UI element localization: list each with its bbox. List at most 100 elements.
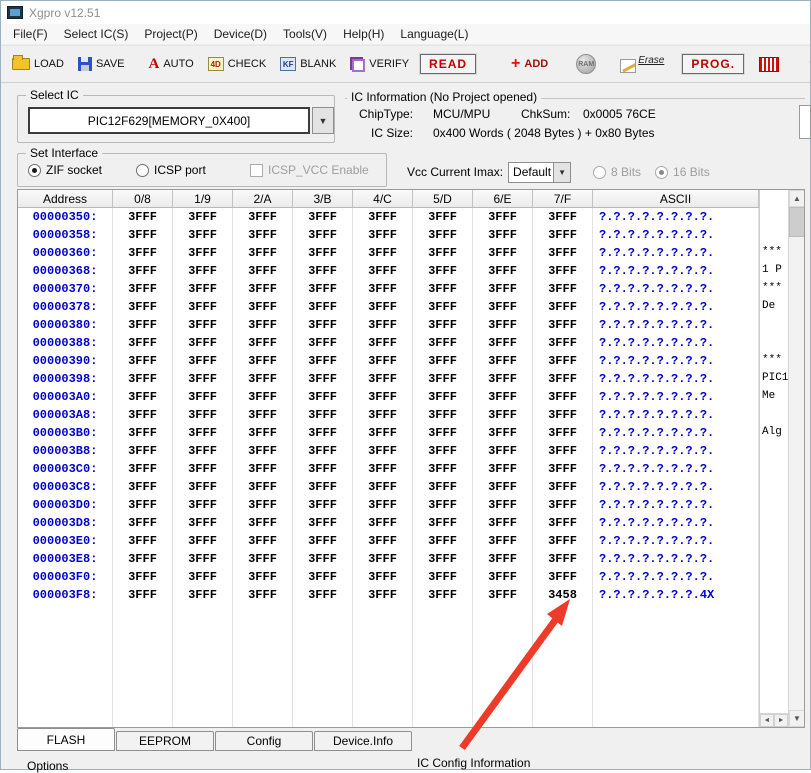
hex-value-cell[interactable]: 3FFF	[293, 478, 353, 496]
hex-value-cell[interactable]: 3FFF	[233, 370, 293, 388]
hex-value-cell[interactable]: 3FFF	[353, 388, 413, 406]
hex-value-cell[interactable]: 3FFF	[293, 496, 353, 514]
hex-value-cell[interactable]: 3FFF	[473, 496, 533, 514]
hex-value-cell[interactable]: 3FFF	[173, 334, 233, 352]
blank-button[interactable]: KF BLANK	[274, 54, 342, 74]
hex-value-cell[interactable]: 3FFF	[413, 478, 473, 496]
hex-value-cell[interactable]: 3FFF	[413, 352, 473, 370]
zif-socket-radio[interactable]: ZIF socket	[28, 163, 102, 177]
hex-value-cell[interactable]: 3FFF	[413, 262, 473, 280]
hex-value-cell[interactable]: 3FFF	[173, 208, 233, 226]
hex-value-cell[interactable]: 3FFF	[413, 388, 473, 406]
ascii-cell[interactable]: ?.?.?.?.?.?.?.?.	[593, 478, 759, 496]
hex-value-cell[interactable]: 3FFF	[473, 550, 533, 568]
hex-value-cell[interactable]: 3FFF	[533, 496, 593, 514]
hex-value-cell[interactable]: 3FFF	[113, 496, 173, 514]
hex-value-cell[interactable]: 3FFF	[293, 586, 353, 604]
hex-value-cell[interactable]: 3FFF	[173, 586, 233, 604]
hex-value-cell[interactable]: 3FFF	[173, 226, 233, 244]
hex-value-cell[interactable]: 3FFF	[113, 370, 173, 388]
hex-value-cell[interactable]: 3FFF	[353, 280, 413, 298]
hex-value-cell[interactable]: 3FFF	[233, 262, 293, 280]
hex-value-cell[interactable]: 3FFF	[533, 262, 593, 280]
hex-value-cell[interactable]: 3FFF	[173, 496, 233, 514]
ascii-cell[interactable]: ?.?.?.?.?.?.?.?.	[593, 442, 759, 460]
hex-value-cell[interactable]: 3FFF	[353, 208, 413, 226]
ascii-cell[interactable]: ?.?.?.?.?.?.?.?.	[593, 208, 759, 226]
hex-value-cell[interactable]: 3FFF	[353, 370, 413, 388]
auto-button[interactable]: A AUTO	[143, 54, 200, 74]
hex-value-cell[interactable]: 3FFF	[173, 532, 233, 550]
hex-value-cell[interactable]: 3FFF	[353, 298, 413, 316]
ascii-cell[interactable]: ?.?.?.?.?.?.?.?.	[593, 496, 759, 514]
hex-value-cell[interactable]: 3FFF	[233, 280, 293, 298]
hex-value-cell[interactable]: 3FFF	[533, 532, 593, 550]
bits-16-radio[interactable]: 16 Bits	[655, 165, 710, 179]
hex-value-cell[interactable]: 3FFF	[353, 514, 413, 532]
hex-value-cell[interactable]: 3FFF	[533, 460, 593, 478]
hex-value-cell[interactable]: 3FFF	[113, 550, 173, 568]
hex-value-cell[interactable]: 3FFF	[173, 262, 233, 280]
ascii-cell[interactable]: ?.?.?.?.?.?.?.?.	[593, 406, 759, 424]
hex-value-cell[interactable]: 3FFF	[113, 352, 173, 370]
ascii-cell[interactable]: ?.?.?.?.?.?.?.?.	[593, 460, 759, 478]
hex-value-cell[interactable]: 3FFF	[353, 586, 413, 604]
hex-value-cell[interactable]: 3FFF	[293, 388, 353, 406]
hex-value-cell[interactable]: 3FFF	[233, 388, 293, 406]
hex-value-cell[interactable]: 3FFF	[113, 586, 173, 604]
hex-value-cell[interactable]: 3FFF	[413, 550, 473, 568]
hex-value-cell[interactable]: 3FFF	[293, 280, 353, 298]
hex-value-cell[interactable]: 3FFF	[233, 406, 293, 424]
hex-value-cell[interactable]: 3FFF	[413, 226, 473, 244]
hex-value-cell[interactable]: 3FFF	[113, 460, 173, 478]
hex-value-cell[interactable]: 3FFF	[533, 370, 593, 388]
hex-value-cell[interactable]: 3FFF	[233, 568, 293, 586]
hex-value-cell[interactable]: 3FFF	[233, 226, 293, 244]
hex-value-cell[interactable]: 3FFF	[353, 334, 413, 352]
tab-device-info[interactable]: Device.Info	[314, 731, 412, 751]
hex-value-cell[interactable]: 3FFF	[473, 460, 533, 478]
hex-value-cell[interactable]: 3FFF	[413, 208, 473, 226]
hex-value-cell[interactable]: 3FFF	[533, 226, 593, 244]
hex-value-cell[interactable]: 3FFF	[473, 514, 533, 532]
hex-value-cell[interactable]: 3FFF	[353, 496, 413, 514]
hex-value-cell[interactable]: 3FFF	[173, 460, 233, 478]
hex-value-cell[interactable]: 3FFF	[353, 244, 413, 262]
hex-value-cell[interactable]: 3FFF	[293, 370, 353, 388]
ic-test-button[interactable]	[749, 54, 789, 75]
menu-language[interactable]: Language(L)	[392, 25, 476, 43]
hex-value-cell[interactable]: 3458	[533, 586, 593, 604]
hex-value-cell[interactable]: 3FFF	[473, 280, 533, 298]
hex-value-cell[interactable]: 3FFF	[173, 280, 233, 298]
ascii-cell[interactable]: ?.?.?.?.?.?.?.?.	[593, 370, 759, 388]
hex-value-cell[interactable]: 3FFF	[533, 514, 593, 532]
hex-value-cell[interactable]: 3FFF	[413, 460, 473, 478]
read-button[interactable]: READ	[420, 54, 476, 74]
ascii-cell[interactable]: ?.?.?.?.?.?.?.?.	[593, 298, 759, 316]
hex-value-cell[interactable]: 3FFF	[113, 532, 173, 550]
hex-value-cell[interactable]: 3FFF	[233, 208, 293, 226]
hex-value-cell[interactable]: 3FFF	[413, 280, 473, 298]
hex-value-cell[interactable]: 3FFF	[173, 370, 233, 388]
ascii-cell[interactable]: ?.?.?.?.?.?.?.?.	[593, 514, 759, 532]
hex-value-cell[interactable]: 3FFF	[113, 262, 173, 280]
hex-value-cell[interactable]: 3FFF	[353, 352, 413, 370]
hex-value-cell[interactable]: 3FFF	[233, 478, 293, 496]
bits-8-radio[interactable]: 8 Bits	[593, 165, 641, 179]
verify-button[interactable]: VERIFY	[344, 54, 415, 75]
menu-project[interactable]: Project(P)	[136, 25, 205, 43]
hex-value-cell[interactable]: 3FFF	[233, 514, 293, 532]
hex-value-cell[interactable]: 3FFF	[293, 532, 353, 550]
hex-value-cell[interactable]: 3FFF	[353, 262, 413, 280]
hex-value-cell[interactable]: 3FFF	[113, 226, 173, 244]
hex-value-cell[interactable]: 3FFF	[413, 406, 473, 424]
hex-value-cell[interactable]: 3FFF	[173, 568, 233, 586]
ascii-cell[interactable]: ?.?.?.?.?.?.?.?.	[593, 424, 759, 442]
hex-value-cell[interactable]: 3FFF	[293, 334, 353, 352]
hex-value-cell[interactable]: 3FFF	[233, 424, 293, 442]
hex-value-cell[interactable]: 3FFF	[533, 208, 593, 226]
prog-button[interactable]: PROG.	[682, 54, 744, 74]
ascii-cell[interactable]: ?.?.?.?.?.?.?.?.	[593, 550, 759, 568]
hex-value-cell[interactable]: 3FFF	[413, 298, 473, 316]
hex-value-cell[interactable]: 3FFF	[233, 496, 293, 514]
